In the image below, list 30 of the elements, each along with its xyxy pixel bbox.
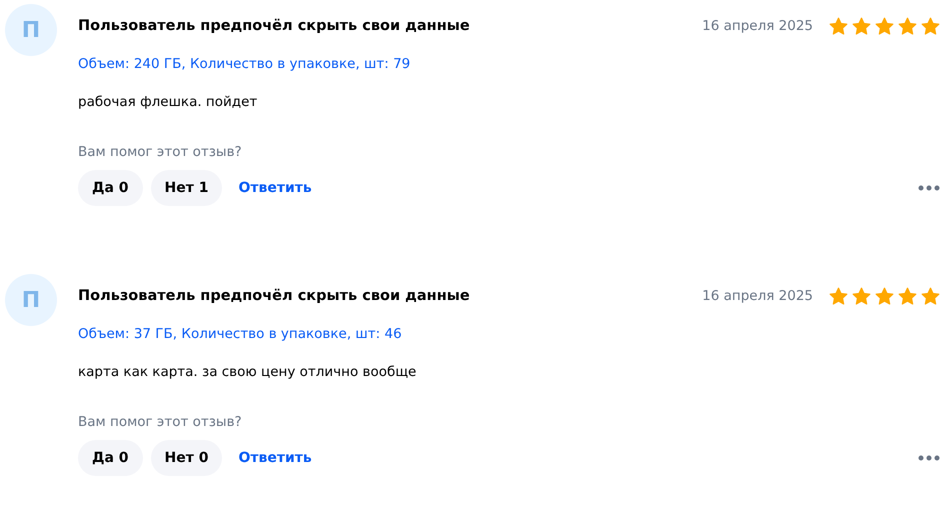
no-button[interactable]: Нет 1	[150, 170, 222, 206]
avatar: П	[5, 274, 57, 326]
helpful-question: Вам помог этот отзыв?	[78, 413, 243, 432]
star-icon	[852, 16, 871, 36]
helpful-question: Вам помог этот отзыв?	[78, 143, 243, 162]
star-icon	[898, 16, 917, 36]
product-variant: Объем: 240 ГБ, Количество в упаковке, шт: 79	[78, 55, 412, 74]
more-icon[interactable]	[918, 185, 940, 191]
reply-link[interactable]: Ответить	[238, 178, 312, 198]
more-icon[interactable]	[918, 455, 940, 461]
author-name: Пользователь предпочёл скрыть свои данные	[78, 17, 470, 36]
star-icon	[921, 16, 940, 36]
avatar: П	[5, 4, 57, 56]
review-text: рабочая флешка. пойдет	[78, 93, 258, 112]
star-icon	[898, 286, 917, 306]
review-text: карта как карта. за свою цену отлично вообще	[78, 363, 418, 382]
author-name: Пользователь предпочёл скрыть свои данные	[78, 287, 470, 306]
review-date: 16 апреля 2025	[702, 17, 813, 36]
star-icon	[875, 286, 894, 306]
product-variant: Объем: 37 ГБ, Количество в упаковке, шт: 46	[78, 325, 403, 344]
star-icon	[921, 286, 940, 306]
yes-button[interactable]: Да 0	[78, 440, 143, 476]
review-date: 16 апреля 2025	[702, 287, 813, 306]
star-icon	[829, 16, 848, 36]
star-icon	[852, 286, 871, 306]
star-icon	[829, 286, 848, 306]
reply-link[interactable]: Ответить	[238, 448, 312, 468]
yes-button[interactable]: Да 0	[78, 170, 143, 206]
star-icon	[875, 16, 894, 36]
no-button[interactable]: Нет 0	[150, 440, 222, 476]
